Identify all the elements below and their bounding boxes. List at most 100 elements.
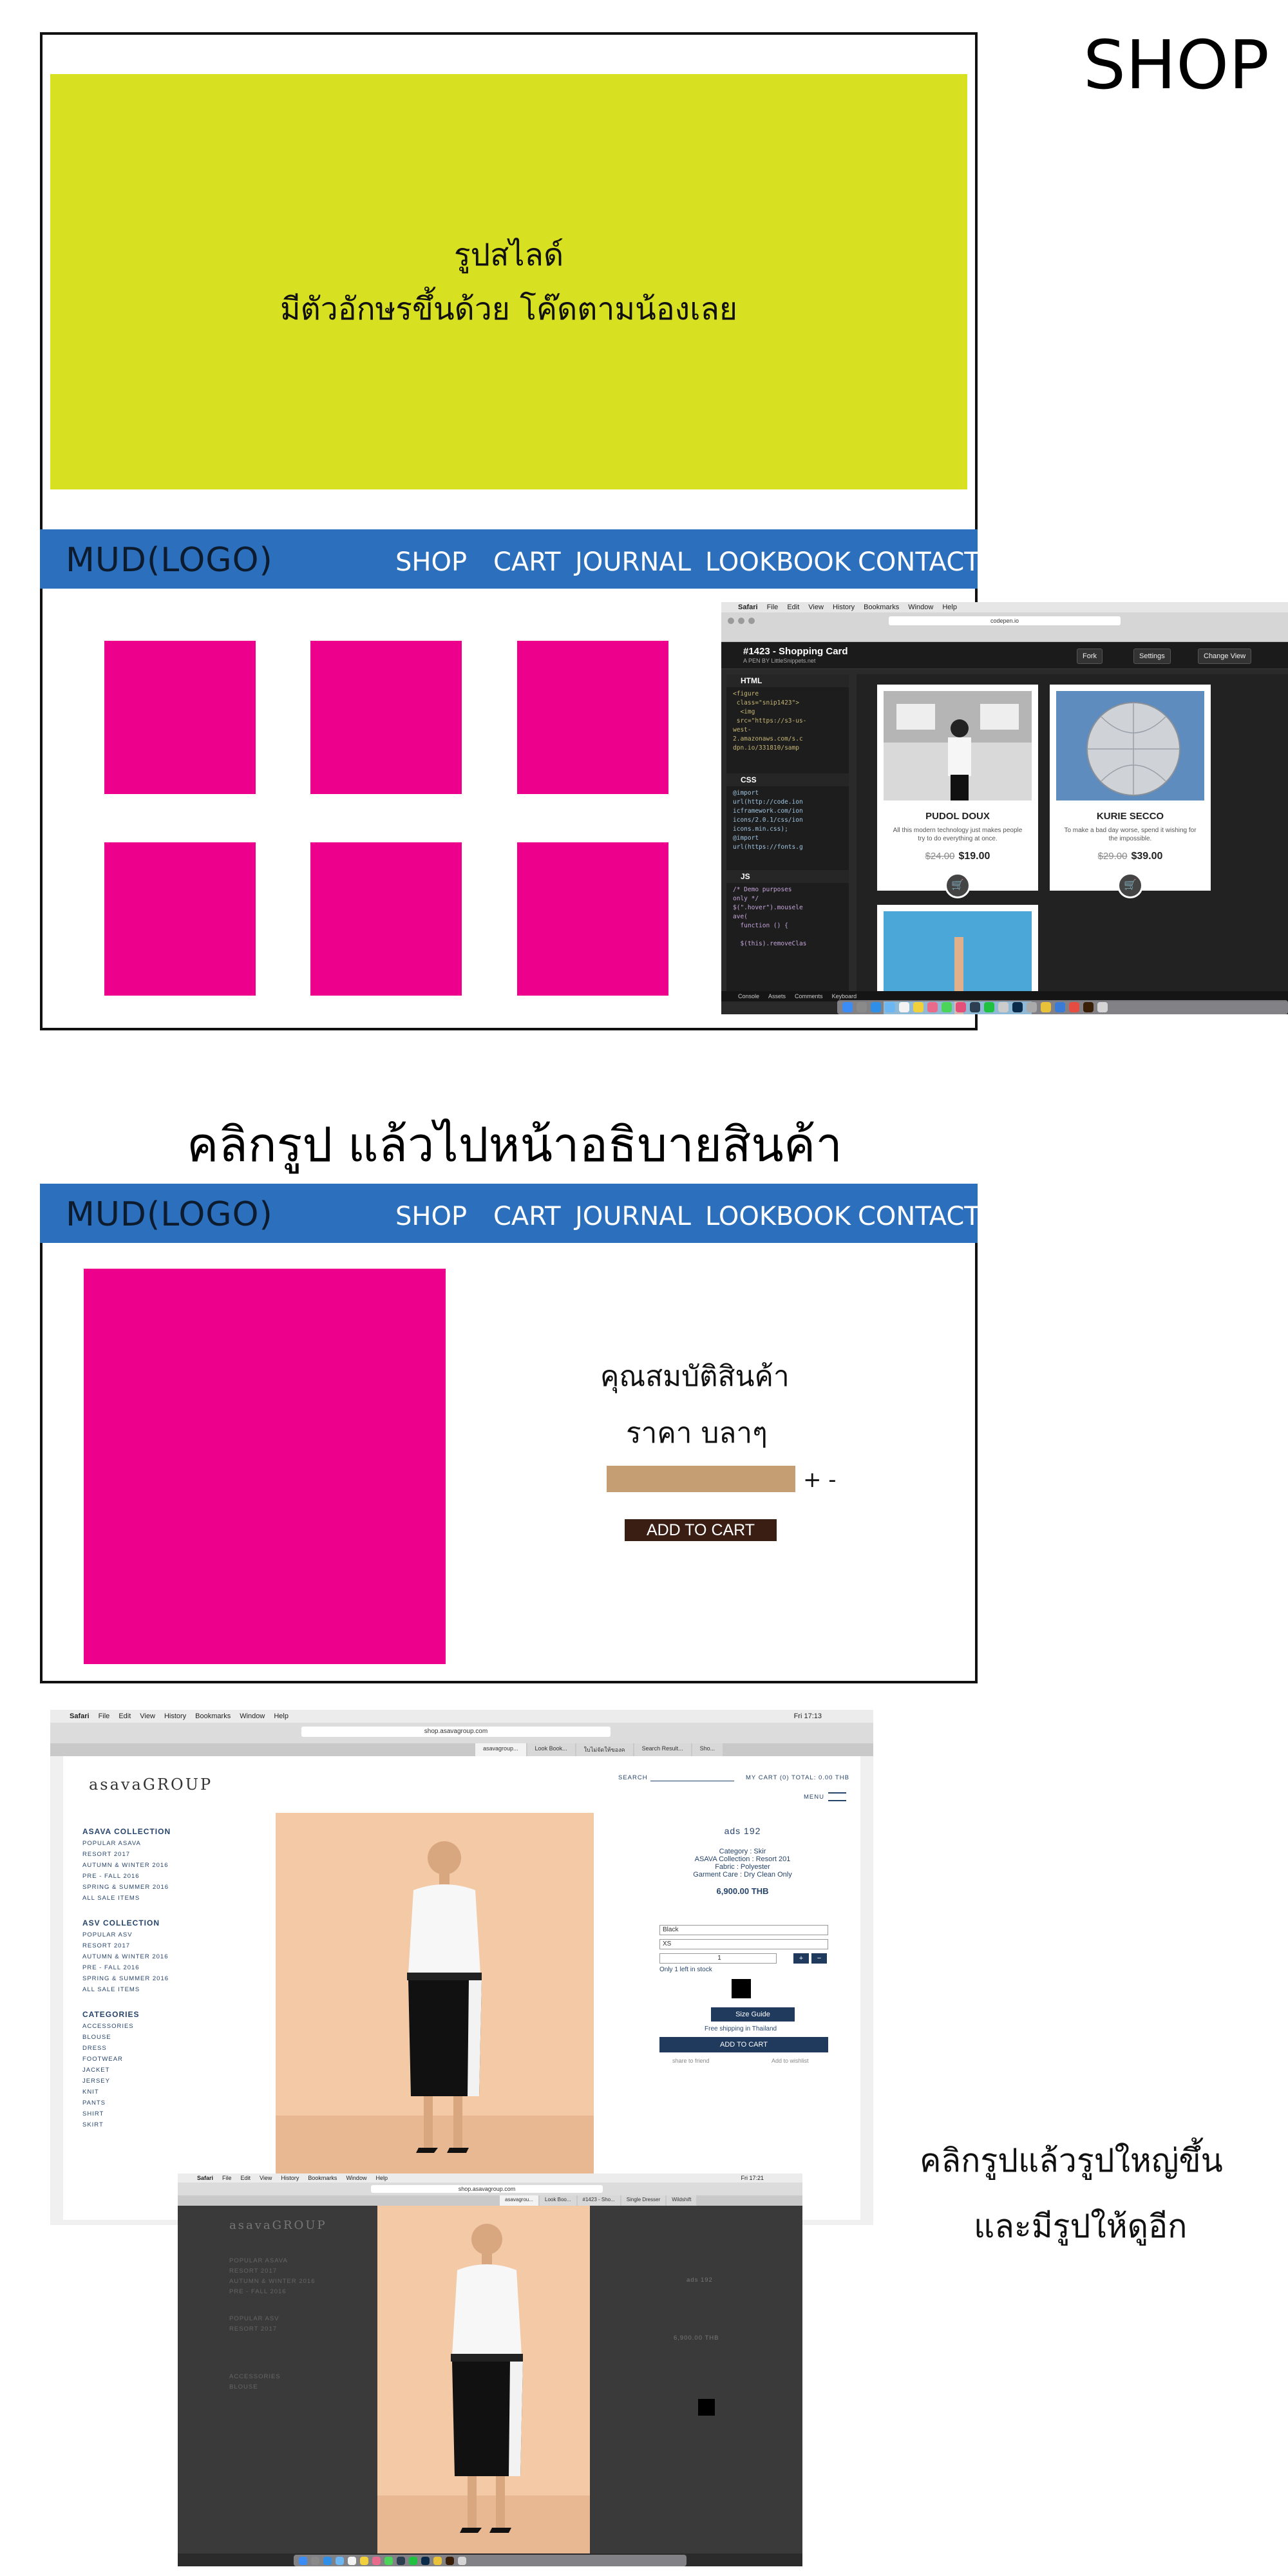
product-thumb[interactable] xyxy=(310,641,462,794)
launchpad-icon[interactable] xyxy=(857,1002,867,1012)
browser-tab[interactable]: asavagrou... xyxy=(500,2195,539,2206)
css-panel-header[interactable]: CSS xyxy=(726,773,849,786)
app-icon[interactable] xyxy=(1055,1002,1065,1012)
sidebar-item[interactable]: AUTUMN & WINTER 2016 xyxy=(82,1953,169,1960)
nav-contact[interactable]: CONTACT xyxy=(858,547,980,577)
sidebar-item[interactable]: ALL SALE ITEMS xyxy=(82,1895,140,1902)
menu-item[interactable]: Safari xyxy=(738,603,758,611)
collection-title[interactable]: ASV COLLECTION xyxy=(82,1918,160,1927)
product-thumb[interactable] xyxy=(104,842,256,996)
app-icon[interactable] xyxy=(1027,1002,1037,1012)
css-code[interactable]: @import url(http://code.ion icframework.… xyxy=(733,789,842,869)
search-link[interactable]: SEARCH xyxy=(618,1774,648,1781)
notes-icon[interactable] xyxy=(360,2556,368,2565)
itunes-icon[interactable] xyxy=(956,1002,966,1012)
browser-tab[interactable]: Single Dresser xyxy=(621,2195,666,2206)
menu-label[interactable]: MENU xyxy=(804,1794,824,1801)
sidebar-item[interactable]: DRESS xyxy=(82,2045,107,2052)
minus-button[interactable]: − xyxy=(811,1953,827,1964)
photoshop-icon[interactable] xyxy=(1012,1002,1023,1012)
nav-lookbook[interactable]: LOOKBOOK xyxy=(705,1202,851,1231)
menu-item[interactable]: History xyxy=(281,2175,299,2181)
collection-title[interactable]: ASAVA COLLECTION xyxy=(82,1827,171,1836)
browser-tab[interactable]: Sho... xyxy=(692,1743,723,1756)
lightroom-icon[interactable] xyxy=(397,2556,405,2565)
trash-icon[interactable] xyxy=(458,2556,466,2565)
url-bar[interactable]: codepen.io xyxy=(889,616,1121,625)
assets-tab[interactable]: Assets xyxy=(768,993,786,999)
menu-item[interactable]: History xyxy=(164,1712,186,1720)
minimize-dot[interactable] xyxy=(738,618,744,624)
mail-icon[interactable] xyxy=(336,2556,344,2565)
size-guide-button[interactable]: Size Guide xyxy=(711,2007,795,2022)
browser-tab[interactable]: #1423 - Sho... xyxy=(577,2195,620,2206)
menu-item[interactable]: Help xyxy=(274,1712,289,1720)
url-bar[interactable]: shop.asavagroup.com xyxy=(371,2185,603,2193)
nav-shop[interactable]: SHOP xyxy=(395,1202,467,1231)
sidebar-item[interactable]: FOOTWEAR xyxy=(82,2056,123,2063)
sidebar-item[interactable]: SPRING & SUMMER 2016 xyxy=(82,1884,169,1891)
finder-icon[interactable] xyxy=(299,2556,307,2565)
safari-icon[interactable] xyxy=(323,2556,332,2565)
brand-logo[interactable]: asavaGROUP xyxy=(89,1776,213,1794)
wishlist-link[interactable]: Add to wishlist xyxy=(772,2058,809,2064)
nav-cart[interactable]: CART xyxy=(493,547,561,577)
menu-item[interactable]: File xyxy=(99,1712,110,1720)
browser-tab[interactable]: ใบไม่จัดให้ของค xyxy=(576,1743,633,1756)
settings-button[interactable]: Settings xyxy=(1133,649,1171,664)
fork-button[interactable]: Fork xyxy=(1077,649,1103,664)
html-code[interactable]: <figure class="snip1423"> <img src="http… xyxy=(733,690,842,772)
sidebar-item[interactable]: BLOUSE xyxy=(82,2034,111,2041)
messages-icon[interactable] xyxy=(942,1002,952,1012)
mail-icon[interactable] xyxy=(885,1002,895,1012)
sidebar-item[interactable]: SPRING & SUMMER 2016 xyxy=(82,1975,169,1982)
sidebar-item[interactable]: RESORT 2017 xyxy=(82,1851,130,1858)
model-photo[interactable] xyxy=(276,1813,594,2174)
app-icon[interactable] xyxy=(998,1002,1009,1012)
sidebar-item[interactable]: SHIRT xyxy=(82,2110,104,2117)
photoshop-icon[interactable] xyxy=(421,2556,430,2565)
quantity-stepper[interactable]: + - xyxy=(803,1467,837,1493)
quantity-input[interactable]: 1 xyxy=(659,1953,777,1964)
menu-item[interactable]: Edit xyxy=(118,1712,131,1720)
hero-slider[interactable]: รูปสไลด์ มีตัวอักษรขึ้นด้วย โค๊ดตามน้องเ… xyxy=(50,74,967,489)
launchpad-icon[interactable] xyxy=(311,2556,319,2565)
sidebar-item[interactable]: JACKET xyxy=(82,2067,109,2074)
menu-item[interactable]: Bookmarks xyxy=(308,2175,337,2181)
menu-item[interactable]: Window xyxy=(346,2175,366,2181)
share-link[interactable]: share to friend xyxy=(672,2058,710,2064)
html-panel-header[interactable]: HTML xyxy=(726,674,849,687)
app-icon[interactable] xyxy=(1069,1002,1079,1012)
hamburger-icon[interactable] xyxy=(828,1792,846,1801)
illustrator-icon[interactable] xyxy=(446,2556,454,2565)
menu-item[interactable]: View xyxy=(140,1712,155,1720)
sidebar-item[interactable]: POPULAR ASV xyxy=(82,1931,133,1938)
line-icon[interactable] xyxy=(984,1002,994,1012)
photos-icon[interactable] xyxy=(927,1002,938,1012)
enlarged-product-image[interactable] xyxy=(377,2206,590,2553)
menu-item[interactable]: File xyxy=(767,603,779,611)
chrome-icon[interactable] xyxy=(1041,1002,1051,1012)
menu-item[interactable]: History xyxy=(833,603,855,611)
notes-icon[interactable] xyxy=(913,1002,923,1012)
sidebar-item[interactable]: SKIRT xyxy=(82,2121,104,2128)
menu-item[interactable]: Help xyxy=(375,2175,388,2181)
lightroom-icon[interactable] xyxy=(970,1002,980,1012)
product-card[interactable] xyxy=(877,905,1038,1014)
sidebar-item[interactable]: KNIT xyxy=(82,2088,99,2096)
menu-item[interactable]: Bookmarks xyxy=(195,1712,231,1720)
js-panel-header[interactable]: JS xyxy=(726,870,849,883)
nav-contact[interactable]: CONTACT xyxy=(858,1202,980,1231)
color-swatch[interactable] xyxy=(732,1979,751,1998)
browser-tab[interactable]: Look Boo... xyxy=(540,2195,576,2206)
menu-item[interactable]: Window xyxy=(240,1712,265,1720)
product-image[interactable] xyxy=(84,1269,446,1664)
nav-journal[interactable]: JOURNAL xyxy=(575,547,691,577)
js-code[interactable]: /* Demo purposes only */ $(".hover").mou… xyxy=(733,886,842,989)
add-to-cart-button[interactable]: ADD TO CART xyxy=(659,2037,828,2052)
browser-tab[interactable]: Search Result... xyxy=(634,1743,691,1756)
calendar-icon[interactable] xyxy=(899,1002,909,1012)
sidebar-item[interactable]: ACCESSORIES xyxy=(82,2023,134,2030)
menu-item[interactable]: Edit xyxy=(241,2175,251,2181)
calendar-icon[interactable] xyxy=(348,2556,356,2565)
